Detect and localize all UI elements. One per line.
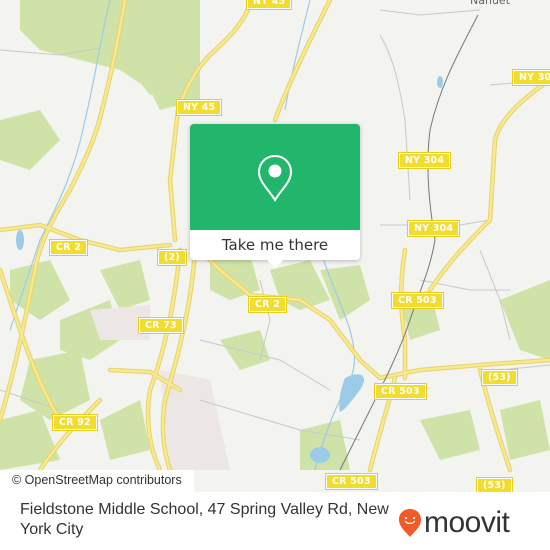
moovit-wordmark: moovit [424, 506, 510, 539]
road-shield: CR 92 [52, 414, 98, 431]
take-me-there-button[interactable]: Take me there [190, 230, 360, 260]
road-shield: NY 45 [245, 0, 293, 10]
road-shield: NY 45 [175, 99, 223, 116]
map-canvas[interactable] [0, 0, 550, 550]
moovit-logo[interactable]: moovit [398, 506, 510, 539]
road-shield: CR 503 [391, 292, 444, 309]
road-shield: NY 304 [397, 152, 452, 169]
map-attribution[interactable]: © OpenStreetMap contributors [0, 470, 194, 492]
location-address: Fieldstone Middle School, 47 Spring Vall… [20, 501, 389, 538]
footer: Fieldstone Middle School, 47 Spring Vall… [0, 492, 550, 550]
moovit-pin-icon [399, 509, 421, 537]
road-shield: CR 2 [48, 239, 89, 256]
road-shield: CR 2 [247, 296, 288, 313]
road-shield: (53) [476, 477, 513, 494]
popup-header [190, 124, 360, 230]
road-shield: (2) [157, 249, 187, 266]
place-label-nanuet: Nanuet [470, 0, 510, 7]
road-shield: (53) [481, 369, 518, 386]
map-pin-icon [257, 154, 293, 202]
road-shield: NY 304 [511, 69, 550, 86]
popup-pointer [267, 260, 283, 268]
road-shield: NY 304 [406, 220, 461, 237]
location-popup: Take me there [190, 124, 360, 268]
road-shield: CR 73 [138, 317, 184, 334]
road-shield: CR 503 [374, 383, 427, 400]
road-shield: CR 503 [325, 473, 378, 490]
